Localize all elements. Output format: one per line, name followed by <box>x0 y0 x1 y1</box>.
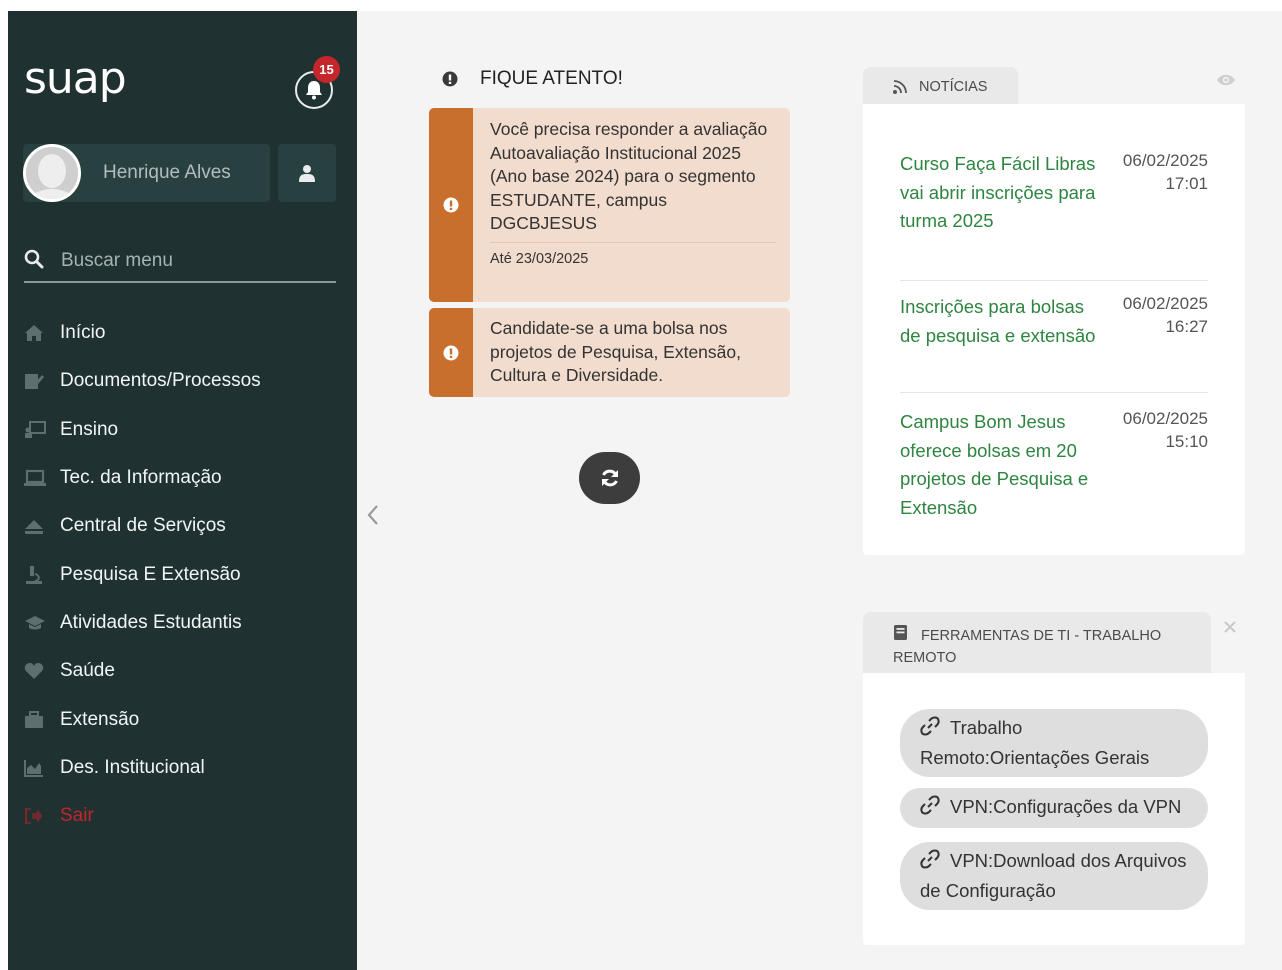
news-title-link[interactable]: Inscrições para bolsas de pesquisa e ext… <box>900 293 1100 350</box>
menu-item-label: Documentos/Processos <box>60 370 261 392</box>
alert-accent-bar <box>429 108 473 302</box>
tools-tab[interactable]: FERRAMENTAS DE TI - TRABALHO REMOTO <box>863 612 1211 674</box>
user-menu-button[interactable] <box>278 144 336 202</box>
toggle-news-visibility-button[interactable] <box>1216 73 1236 92</box>
link-icon <box>920 716 940 736</box>
search-input[interactable] <box>59 245 333 277</box>
news-date: 06/02/2025 16:27 <box>1122 294 1208 336</box>
tool-link-label: VPN:Configurações da VPN <box>950 796 1182 817</box>
exclamation-circle-icon <box>443 197 459 213</box>
link-icon <box>920 849 940 869</box>
notification-count-badge: 15 <box>313 56 340 83</box>
alerts-title: FIQUE ATENTO! <box>480 68 623 89</box>
news-item: Inscrições para bolsas de pesquisa e ext… <box>900 293 1208 393</box>
news-item: Campus Bom Jesus oferece bolsas em 20 pr… <box>900 408 1208 528</box>
tools-card: Trabalho Remoto:Orientações Gerais VPN:C… <box>863 673 1245 945</box>
graduation-cap-icon <box>25 615 45 630</box>
tool-link-vpn-download[interactable]: VPN:Download dos Arquivos de Configuraçã… <box>900 842 1208 910</box>
menu-item-tec-informacao[interactable]: Tec. da Informação <box>24 454 354 502</box>
document-edit-icon <box>25 374 44 390</box>
menu-item-label: Início <box>60 322 106 344</box>
exclamation-circle-icon <box>442 71 458 87</box>
user-icon <box>299 165 315 182</box>
collapse-sidebar-button[interactable] <box>366 504 380 531</box>
menu-item-documentos-processos[interactable]: Documentos/Processos <box>24 357 354 405</box>
sidebar: suap 15 Henrique Alves Buscar menu Iníci… <box>8 11 357 970</box>
menu-item-label: Tec. da Informação <box>60 467 222 489</box>
home-icon <box>25 325 43 342</box>
menu-item-central-servicos[interactable]: Central de Serviços <box>24 502 354 550</box>
user-profile[interactable]: Henrique Alves <box>23 144 270 202</box>
briefcase-icon <box>25 710 43 728</box>
menu-item-ensino[interactable]: Ensino <box>24 406 354 454</box>
menu-item-label: Des. Institucional <box>60 756 205 778</box>
teaching-icon <box>25 420 46 438</box>
close-icon <box>1224 621 1236 633</box>
alert-text: Candidate-se a uma bolsa nos projetos de… <box>490 318 741 385</box>
user-silhouette-icon <box>26 147 78 199</box>
news-tab-label: NOTÍCIAS <box>919 79 988 95</box>
avatar <box>23 144 81 202</box>
alert-accent-bar <box>429 308 473 397</box>
menu-item-des-institucional[interactable]: Des. Institucional <box>24 744 354 792</box>
menu-item-label: Atividades Estudantis <box>60 611 242 633</box>
rss-icon <box>893 80 907 94</box>
menu-item-label: Extensão <box>60 708 140 730</box>
menu-item-atividades-estudantis[interactable]: Atividades Estudantis <box>24 599 354 647</box>
news-date: 06/02/2025 17:01 <box>1122 151 1208 193</box>
alert-evaluation[interactable]: Você precisa responder a avaliação Autoa… <box>429 108 790 302</box>
news-item: Curso Faça Fácil Libras vai abrir inscri… <box>900 150 1208 281</box>
menu-item-extensao[interactable]: Extensão <box>24 695 354 743</box>
heart-icon <box>24 663 44 680</box>
menu-item-label: Saúde <box>60 660 115 682</box>
app-logo[interactable]: suap <box>24 53 127 104</box>
news-title-link[interactable]: Curso Faça Fácil Libras vai abrir inscri… <box>900 150 1100 236</box>
news-title-link[interactable]: Campus Bom Jesus oferece bolsas em 20 pr… <box>900 408 1100 522</box>
menu-item-saude[interactable]: Saúde <box>24 647 354 695</box>
exclamation-circle-icon <box>443 345 459 360</box>
menu-item-pesquisa-extensao[interactable]: Pesquisa E Extensão <box>24 550 354 598</box>
news-date: 06/02/2025 15:10 <box>1122 409 1208 451</box>
menu-item-label: Ensino <box>60 418 119 440</box>
menu-item-inicio[interactable]: Início <box>24 309 354 357</box>
chevron-left-icon <box>367 505 378 525</box>
tool-link-orientacoes[interactable]: Trabalho Remoto:Orientações Gerais <box>900 709 1208 777</box>
main-menu: Início Documentos/Processos Ensino Tec. … <box>24 309 354 840</box>
alerts-heading: FIQUE ATENTO! <box>442 68 623 90</box>
menu-item-label: Central de Serviços <box>60 515 226 537</box>
alert-text: Você precisa responder a avaliação Autoa… <box>490 119 768 233</box>
menu-item-sair[interactable]: Sair <box>24 792 354 840</box>
bell-icon <box>306 81 322 100</box>
tools-tab-label: FERRAMENTAS DE TI - TRABALHO REMOTO <box>893 628 1162 666</box>
sign-out-icon <box>24 808 43 825</box>
close-tools-button[interactable] <box>1224 620 1236 638</box>
tool-link-label: VPN:Download dos Arquivos de Configuraçã… <box>920 850 1187 901</box>
refresh-icon <box>601 469 618 487</box>
main-content: FIQUE ATENTO! Você precisa responder a a… <box>357 11 1282 970</box>
link-icon <box>920 795 940 815</box>
tool-link-vpn-config[interactable]: VPN:Configurações da VPN <box>900 788 1208 828</box>
news-tab[interactable]: NOTÍCIAS <box>863 67 1018 105</box>
laptop-icon <box>24 469 46 487</box>
menu-search <box>24 243 336 283</box>
tool-link-label: Trabalho Remoto:Orientações Gerais <box>920 717 1150 768</box>
eject-icon <box>25 520 43 535</box>
alert-deadline: Até 23/03/2025 <box>490 241 776 267</box>
area-chart-icon <box>24 759 43 777</box>
microscope-icon <box>26 565 42 584</box>
user-name: Henrique Alves <box>103 162 231 183</box>
news-card: Curso Faça Fácil Libras vai abrir inscri… <box>863 104 1245 555</box>
menu-item-label: Sair <box>60 805 94 827</box>
eye-icon <box>1217 74 1235 86</box>
menu-item-label: Pesquisa E Extensão <box>60 563 241 585</box>
refresh-button[interactable] <box>579 452 640 504</box>
search-icon <box>24 249 44 269</box>
alert-scholarship[interactable]: Candidate-se a uma bolsa nos projetos de… <box>429 308 790 397</box>
